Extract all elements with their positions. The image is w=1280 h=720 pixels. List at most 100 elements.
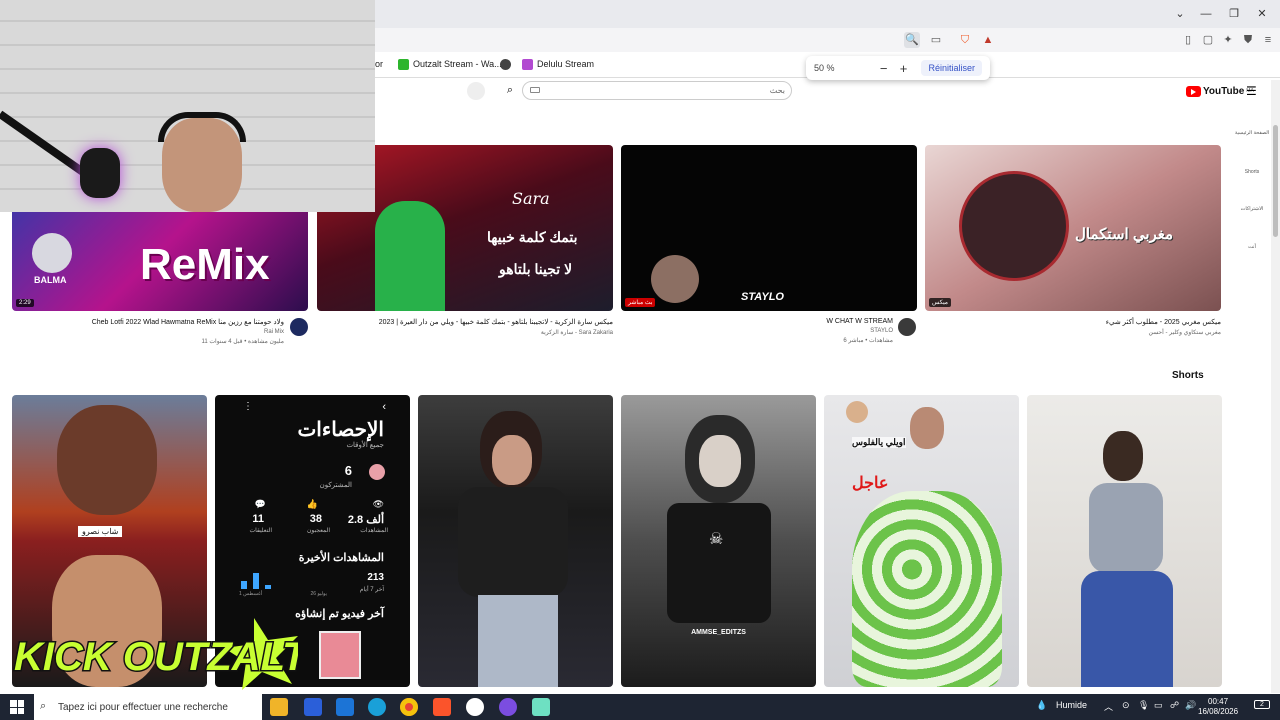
zoom-in-button[interactable]: + xyxy=(894,61,914,76)
back-icon[interactable]: ‹ xyxy=(382,401,386,413)
zoom-icon[interactable]: 🔍 xyxy=(904,32,920,48)
volume-icon[interactable]: 🔊 xyxy=(1185,700,1196,711)
video-stats: 6 مشاهدات • مباشر xyxy=(843,338,893,344)
thumb-person xyxy=(32,233,72,273)
mail-icon[interactable] xyxy=(336,698,354,716)
chart-bar xyxy=(253,573,259,589)
eye-icon: 👁 xyxy=(372,499,384,509)
short-thumbnail[interactable]: اويلي يالفلوس عاجل xyxy=(824,395,1019,687)
file-explorer-icon[interactable] xyxy=(270,698,288,716)
microphone-icon xyxy=(80,148,120,198)
video-thumbnail[interactable]: مغربي استكمال ميكس xyxy=(925,145,1221,311)
comment-icon: 💬 xyxy=(254,499,266,509)
maximize-button[interactable]: ❐ xyxy=(1224,6,1244,22)
notification-icon[interactable]: 2 xyxy=(1254,700,1270,709)
video-thumbnail[interactable]: STAYLO بث مباشر xyxy=(621,145,917,311)
bookmark-item[interactable]: or xyxy=(375,56,383,72)
youtube-logo[interactable]: YouTube MA xyxy=(1186,84,1254,98)
video-title[interactable]: ميكس مغربي 2025 - مطلوب أكثر شيء xyxy=(1000,318,1221,326)
tab-search-button[interactable]: ⌄ xyxy=(1170,6,1190,22)
scrollbar-thumb[interactable] xyxy=(1273,125,1278,237)
thumb-dress xyxy=(852,491,1002,687)
webcam-overlay xyxy=(0,0,375,212)
brave-icon[interactable] xyxy=(433,698,451,716)
discord-icon[interactable] xyxy=(499,698,517,716)
weather-icon[interactable]: 💧 xyxy=(1036,700,1047,711)
bookmark-globe[interactable] xyxy=(500,56,511,72)
channel-avatar[interactable] xyxy=(290,318,308,336)
chrome-icon[interactable] xyxy=(400,698,418,716)
network-icon[interactable]: ☍ xyxy=(1170,700,1179,711)
headphones-icon xyxy=(158,112,246,142)
chart-bar xyxy=(265,585,271,589)
thumb-body xyxy=(667,503,771,623)
sidebar-toggle-icon[interactable]: ▯ xyxy=(1180,32,1196,48)
channel-name[interactable]: مغربي ستكاوي وكلير - أحسن xyxy=(1000,329,1222,336)
shorts-heading: Shorts xyxy=(1172,370,1204,381)
leo-ai-icon[interactable]: ✦ xyxy=(1220,32,1236,48)
kick-outzalt-logo: KICK OUTZALT xyxy=(6,618,312,690)
sidebar-item-shorts[interactable]: Shorts xyxy=(1232,169,1272,175)
hamburger-menu-icon[interactable]: ☰ xyxy=(1246,84,1257,98)
bookmark-delulu[interactable]: Delulu Stream xyxy=(522,56,594,72)
logo-graphic: KICK OUTZALT xyxy=(13,618,312,690)
short-thumbnail[interactable] xyxy=(418,395,613,687)
sidebar-item-you[interactable]: أنت xyxy=(1232,244,1272,250)
search-icon: ⌕ xyxy=(40,700,47,712)
zoom-out-button[interactable]: − xyxy=(874,61,894,76)
video-meta: ميكس مغربي 2025 - مطلوب أكثر شيء مغربي س… xyxy=(1000,318,1221,336)
channel-avatar xyxy=(369,464,385,480)
latest-video-thumb[interactable] xyxy=(319,631,361,679)
close-button[interactable]: ✕ xyxy=(1252,6,1272,22)
clock[interactable]: 00:47 16/08/2026 xyxy=(1198,697,1238,717)
cast-icon[interactable]: ▭ xyxy=(928,32,944,48)
like-icon: 👍 xyxy=(306,499,318,509)
voice-search-button[interactable] xyxy=(467,82,485,100)
microphone-tray-icon[interactable]: 🎙 xyxy=(1138,700,1149,711)
thumb-singer xyxy=(375,201,445,311)
globe-icon xyxy=(500,58,511,70)
short-thumbnail[interactable] xyxy=(1027,395,1222,687)
video-badge: ميكس xyxy=(929,298,951,307)
video-duration: 2:29 xyxy=(16,299,34,307)
video-meta: W CHAT W STREAM STAYLO 6 مشاهدات • مباشر xyxy=(700,318,893,344)
edge-icon[interactable] xyxy=(368,698,386,716)
brave-shield-icon[interactable]: ⛉ xyxy=(957,32,973,48)
twitch-icon xyxy=(522,58,533,70)
menu-icon[interactable]: ≡ xyxy=(1260,32,1276,48)
thumb-hair xyxy=(1103,431,1143,481)
sidebar-item-subscriptions[interactable]: الاشتراكات xyxy=(1232,206,1272,212)
channel-name[interactable]: سارة الزكرية - Sara Zakaria xyxy=(330,329,613,336)
keyboard-icon[interactable] xyxy=(530,87,540,93)
sidebar-item-home[interactable]: الصفحة الرئيسية xyxy=(1232,130,1272,136)
rewards-triangle-icon[interactable]: ▲ xyxy=(980,32,996,48)
tray-app-icon[interactable]: ⊙ xyxy=(1122,700,1130,711)
chart-bar xyxy=(241,581,247,589)
channel-name[interactable]: Rai Mix xyxy=(20,329,284,335)
app-icon[interactable] xyxy=(532,698,550,716)
vpn-icon[interactable]: ⛊ xyxy=(1240,32,1256,48)
obs-icon[interactable] xyxy=(466,698,484,716)
weather-label[interactable]: Humide xyxy=(1056,700,1087,710)
channel-name[interactable]: STAYLO xyxy=(700,328,893,334)
thumb-jeans xyxy=(478,595,558,687)
zoom-reset-button[interactable]: Réinitialiser xyxy=(921,60,982,76)
video-title[interactable]: W CHAT W STREAM xyxy=(700,318,893,325)
video-title[interactable]: Cheb Lotfi 2022 Wlad Hawmatna ReMix ولاد… xyxy=(20,318,284,326)
taskbar-search-input[interactable]: ⌕ Tapez ici pour effectuer une recherche xyxy=(34,694,262,720)
channel-avatar[interactable] xyxy=(898,318,916,336)
store-icon[interactable] xyxy=(304,698,322,716)
minimize-button[interactable]: — xyxy=(1196,6,1216,22)
search-input[interactable]: بحث xyxy=(522,81,792,100)
battery-icon[interactable]: ▭ xyxy=(1154,700,1163,711)
tray-chevron-icon[interactable]: ︿ xyxy=(1104,700,1113,713)
wallet-icon[interactable]: ▢ xyxy=(1200,32,1216,48)
bookmark-outzalt[interactable]: Outzalt Stream - Wa... xyxy=(398,56,502,72)
chart-axis: 1 أغسطس 26 يوليو xyxy=(239,591,327,597)
short-thumbnail[interactable]: ☠ AMMSE_EDITZS xyxy=(621,395,816,687)
video-title[interactable]: ميكس سارة الزكرية - لاتجيبنا بلتاهو - بت… xyxy=(330,318,613,326)
search-icon[interactable]: ⌕ xyxy=(498,81,522,100)
more-icon[interactable]: ⋮ xyxy=(243,401,253,412)
windows-start-icon[interactable] xyxy=(10,700,24,714)
zoom-popup: 50 % − + Réinitialiser xyxy=(806,56,990,80)
